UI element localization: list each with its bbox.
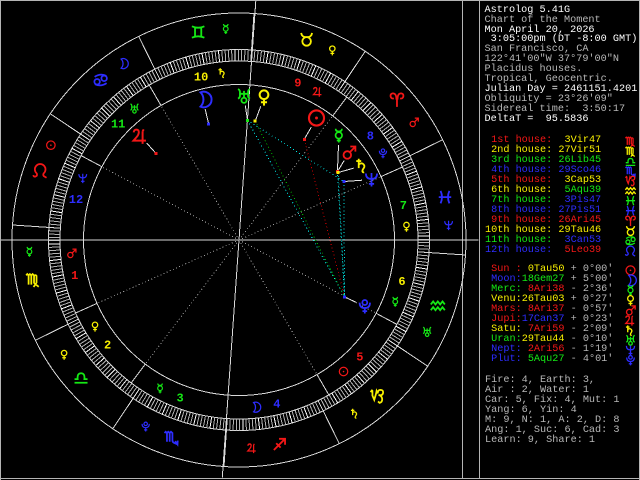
svg-text:2: 2 (104, 339, 111, 353)
svg-text:7: 7 (400, 199, 407, 213)
svg-text:5: 5 (356, 351, 363, 365)
svg-text:4: 4 (273, 398, 280, 412)
svg-text:6: 6 (398, 275, 405, 289)
svg-text:3: 3 (176, 391, 183, 405)
svg-text:11: 11 (111, 117, 125, 131)
svg-text:9: 9 (294, 77, 301, 91)
svg-text:10: 10 (194, 70, 208, 84)
svg-text:1: 1 (71, 269, 78, 283)
svg-text:12: 12 (69, 193, 83, 207)
svg-text:8: 8 (367, 129, 374, 143)
